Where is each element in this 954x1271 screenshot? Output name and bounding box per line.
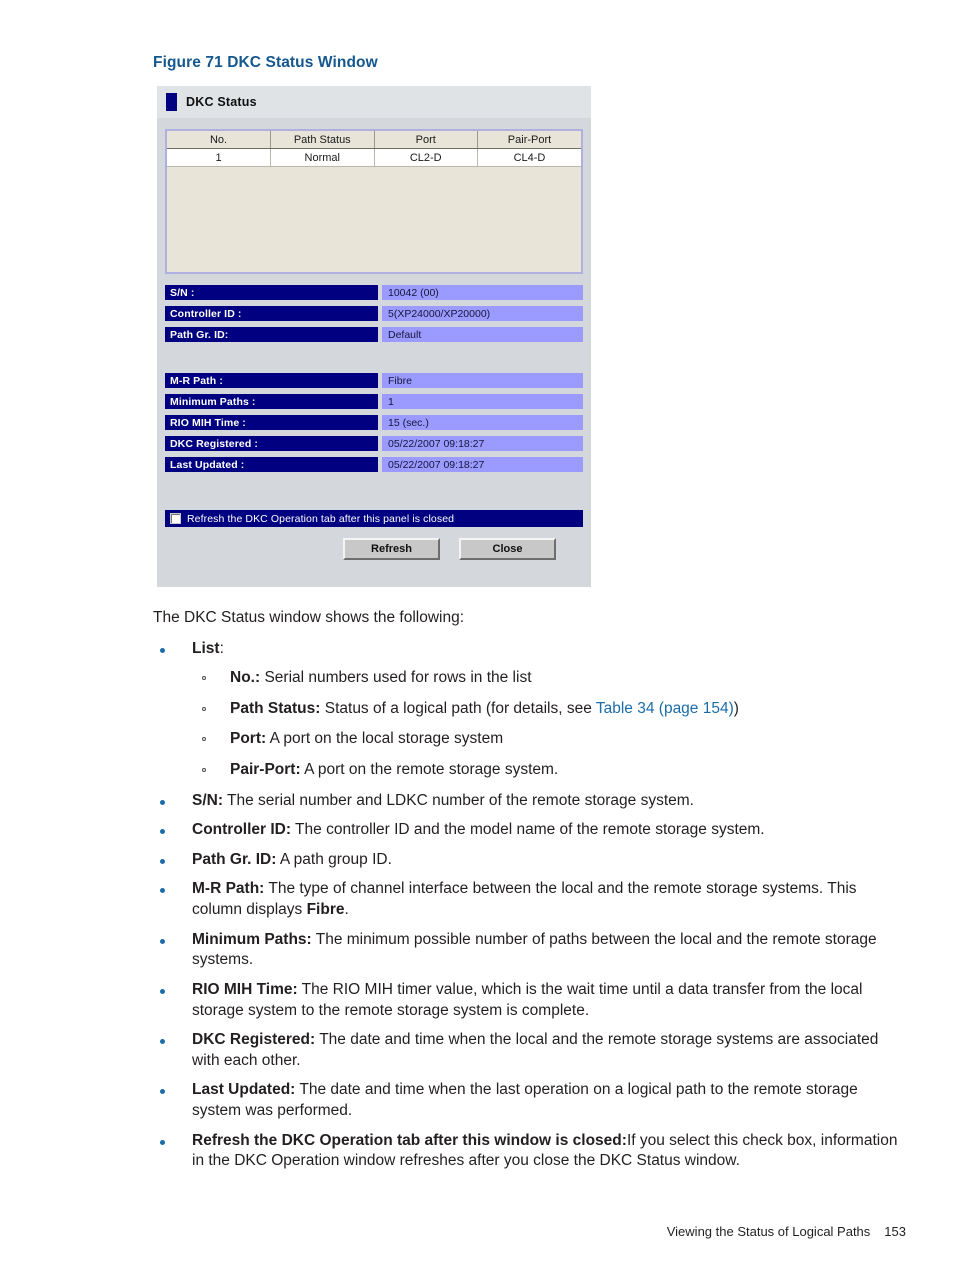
text-controller-id: The controller ID and the model name of … [291, 821, 765, 839]
field-label-path-group-id: Path Gr. ID: [165, 327, 378, 342]
term-dkc-registered: DKC Registered: [192, 1031, 316, 1049]
list-item-last-updated: Last Updated: The date and time when the… [153, 1080, 905, 1121]
term-refresh-checkbox: Refresh the DKC Operation tab after this… [192, 1131, 627, 1149]
list-item-path-group-id: Path Gr. ID: A path group ID. [153, 850, 905, 871]
term-pair-port: Pair-Port: [230, 761, 301, 779]
cell-port: CL2-D [374, 148, 478, 167]
term-list-suffix: : [219, 639, 224, 657]
field-label-serial-number: S/N : [165, 285, 378, 300]
field-label-dkc-registered: DKC Registered : [165, 436, 378, 451]
list-item-minimum-paths: Minimum Paths: The minimum possible numb… [153, 930, 905, 971]
list-item-pair-port: Pair-Port: A port on the remote storage … [192, 760, 905, 781]
term-rio-mih-time: RIO MIH Time: [192, 980, 298, 998]
list-item-mr-path: M-R Path: The type of channel interface … [153, 879, 905, 920]
list-item-serial-number: S/N: The serial number and LDKC number o… [153, 791, 905, 812]
column-header-no[interactable]: No. [167, 131, 271, 149]
page-number: 153 [884, 1224, 906, 1239]
panel-header: DKC Status [157, 86, 591, 118]
dialog-button-row: Refresh Close [165, 538, 583, 560]
column-header-pair-port[interactable]: Pair-Port [477, 131, 581, 149]
term-no: No.: [230, 669, 261, 687]
close-button[interactable]: Close [459, 538, 556, 560]
refresh-button[interactable]: Refresh [343, 538, 440, 560]
text-path-group-id: A path group ID. [276, 850, 392, 868]
field-row-rio-mih-time: RIO MIH Time : 15 (sec.) [165, 415, 583, 430]
term-path-status: Path Status: [230, 699, 321, 717]
cell-path-status: Normal [270, 148, 375, 167]
field-label-last-updated: Last Updated : [165, 457, 378, 472]
term-list: List [192, 639, 220, 657]
field-value-controller-id: 5(XP24000/XP20000) [382, 306, 583, 321]
footer-section-title: Viewing the Status of Logical Paths [666, 1224, 871, 1239]
text-serial-number: The serial number and LDKC number of the… [223, 791, 694, 809]
checkbox-unchecked-icon[interactable] [170, 513, 181, 524]
fields-group-identity: S/N : 10042 (00) Controller ID : 5(XP240… [165, 285, 583, 342]
text-mr-path-after: . [344, 901, 349, 919]
column-header-port[interactable]: Port [374, 131, 478, 149]
logical-path-list[interactable]: No. Path Status Port Pair-Port 1 Normal … [165, 129, 583, 274]
field-value-minimum-paths: 1 [382, 394, 583, 409]
emphasis-fibre: Fibre [306, 901, 345, 919]
text-port: A port on the local storage system [266, 730, 504, 748]
panel-marker-icon [166, 93, 177, 111]
text-no: Serial numbers used for rows in the list [260, 669, 532, 687]
dkc-status-window-screenshot: DKC Status No. Path Status Port Pair-Por… [157, 86, 591, 587]
term-serial-number: S/N: [192, 791, 223, 809]
text-mr-path: The type of channel interface between th… [192, 880, 857, 919]
field-description-list: List: No.: Serial numbers used for rows … [153, 639, 905, 1172]
fields-group-path-settings: M-R Path : Fibre Minimum Paths : 1 RIO M… [165, 373, 583, 472]
list-item-controller-id: Controller ID: The controller ID and the… [153, 820, 905, 841]
field-row-mr-path: M-R Path : Fibre [165, 373, 583, 388]
text-path-status: Status of a logical path (for details, s… [320, 699, 596, 717]
field-row-controller-id: Controller ID : 5(XP24000/XP20000) [165, 306, 583, 321]
refresh-dkc-operation-checkbox-row[interactable]: Refresh the DKC Operation tab after this… [165, 510, 583, 527]
field-value-path-group-id: Default [382, 327, 583, 342]
list-item-refresh-checkbox: Refresh the DKC Operation tab after this… [153, 1131, 905, 1172]
list-item-list: List: No.: Serial numbers used for rows … [153, 639, 905, 781]
logical-path-table: No. Path Status Port Pair-Port 1 Normal … [167, 131, 581, 167]
term-controller-id: Controller ID: [192, 821, 292, 839]
figure-caption: Figure 71 DKC Status Window [153, 54, 378, 71]
field-value-dkc-registered: 05/22/2007 09:18:27 [382, 436, 583, 451]
text-pair-port: A port on the remote storage system. [300, 761, 559, 779]
field-label-minimum-paths: Minimum Paths : [165, 394, 378, 409]
intro-paragraph: The DKC Status window shows the followin… [153, 609, 465, 626]
field-value-mr-path: Fibre [382, 373, 583, 388]
table-header-row: No. Path Status Port Pair-Port [167, 131, 581, 149]
list-item-rio-mih-time: RIO MIH Time: The RIO MIH timer value, w… [153, 980, 905, 1021]
term-path-group-id: Path Gr. ID: [192, 850, 277, 868]
field-value-serial-number: 10042 (00) [382, 285, 583, 300]
term-mr-path: M-R Path: [192, 880, 265, 898]
table-row[interactable]: 1 Normal CL2-D CL4-D [167, 148, 581, 167]
field-value-last-updated: 05/22/2007 09:18:27 [382, 457, 583, 472]
cross-reference-link-table-34[interactable]: Table 34 (page 154) [596, 700, 734, 717]
field-row-serial-number: S/N : 10042 (00) [165, 285, 583, 300]
term-port: Port: [230, 730, 267, 748]
cell-no: 1 [167, 148, 271, 167]
field-label-mr-path: M-R Path : [165, 373, 378, 388]
term-minimum-paths: Minimum Paths: [192, 930, 312, 948]
page-footer: Viewing the Status of Logical Paths 153 [667, 1224, 906, 1239]
field-row-minimum-paths: Minimum Paths : 1 [165, 394, 583, 409]
panel-title: DKC Status [186, 95, 257, 109]
field-label-rio-mih-time: RIO MIH Time : [165, 415, 378, 430]
text-path-status-after: ) [733, 699, 739, 717]
list-column-descriptions: No.: Serial numbers used for rows in the… [192, 668, 905, 780]
list-item-port: Port: A port on the local storage system [192, 729, 905, 750]
term-last-updated: Last Updated: [192, 1081, 296, 1099]
list-item-path-status: Path Status: Status of a logical path (f… [192, 699, 905, 720]
field-row-dkc-registered: DKC Registered : 05/22/2007 09:18:27 [165, 436, 583, 451]
field-row-last-updated: Last Updated : 05/22/2007 09:18:27 [165, 457, 583, 472]
list-item-no: No.: Serial numbers used for rows in the… [192, 668, 905, 689]
field-value-rio-mih-time: 15 (sec.) [382, 415, 583, 430]
field-row-path-group-id: Path Gr. ID: Default [165, 327, 583, 342]
list-item-dkc-registered: DKC Registered: The date and time when t… [153, 1030, 905, 1071]
body-content: The DKC Status window shows the followin… [153, 608, 905, 1181]
column-header-path-status[interactable]: Path Status [270, 131, 375, 149]
field-label-controller-id: Controller ID : [165, 306, 378, 321]
cell-pair-port: CL4-D [477, 148, 581, 167]
checkbox-label: Refresh the DKC Operation tab after this… [187, 512, 455, 525]
